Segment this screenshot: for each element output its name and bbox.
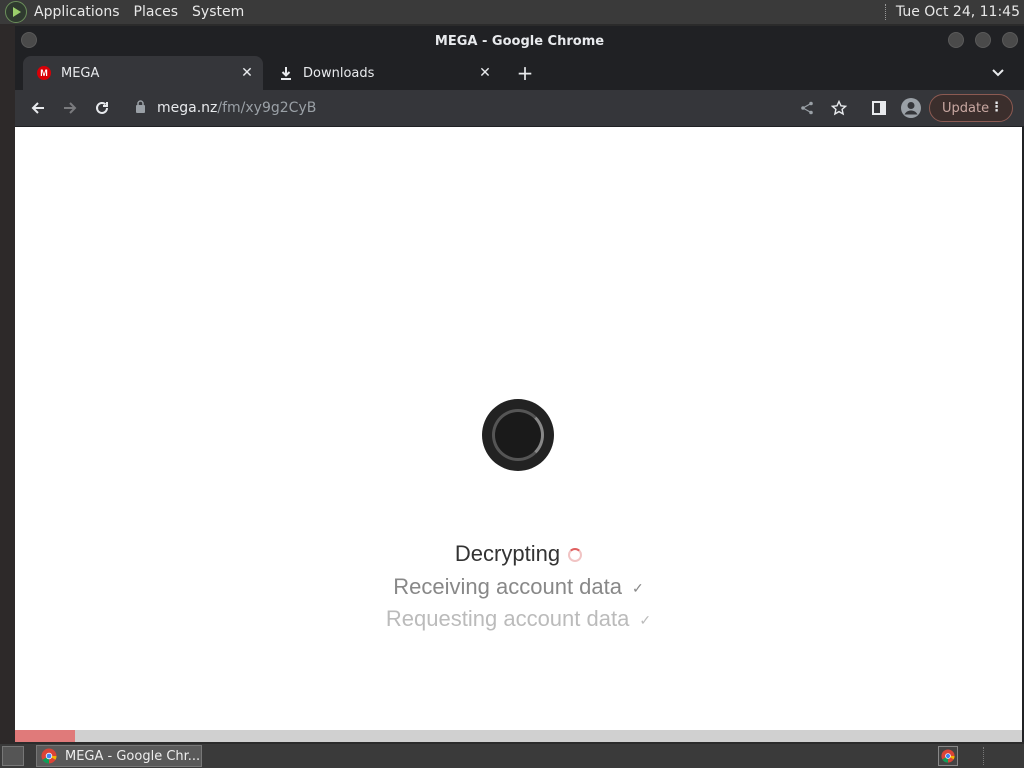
bottom-taskbar: MEGA - Google Chr... [0,744,1024,768]
url-path: /fm/xy9g2CyB [217,100,317,116]
tab-strip: M MEGA ✕ Downloads ✕ + [15,56,1024,90]
loading-spinner [482,399,554,471]
system-top-panel: Applications Places System Tue Oct 24, 1… [0,0,1024,24]
check-icon: ✓ [631,579,644,596]
window-title: MEGA - Google Chrome [434,33,605,49]
status-requesting: Requesting account data ✓ [15,606,1022,632]
small-loading-icon [568,548,583,563]
chrome-icon [41,748,57,764]
update-button[interactable]: Update ⋮ [929,94,1013,122]
forward-arrow-icon[interactable] [56,94,84,122]
share-icon[interactable] [793,94,821,122]
menu-places[interactable]: Places [134,4,179,20]
reload-icon[interactable] [88,94,116,122]
back-arrow-icon[interactable] [24,94,52,122]
window-titlebar[interactable]: MEGA - Google Chrome [15,26,1024,56]
mega-logo-icon: M [37,66,51,80]
desktop-background [0,24,15,744]
window-menu-button[interactable] [21,32,37,48]
status-done-text: Requesting account data [385,606,630,631]
close-window-button[interactable] [1002,32,1018,48]
status-current-text: Decrypting [454,541,561,566]
tab-downloads[interactable]: Downloads ✕ [265,56,501,90]
tray-separator [983,747,984,765]
lock-icon[interactable] [135,99,146,117]
panel-separator [884,4,887,20]
minimize-button[interactable] [948,32,964,48]
new-tab-button[interactable]: + [513,61,537,85]
tray-chrome-icon[interactable] [938,746,958,766]
loading-progress-bar [15,730,1022,742]
url-domain: mega.nz [157,100,218,116]
browser-window: MEGA - Google Chrome M MEGA ✕ Downloads … [15,26,1024,742]
show-desktop-button[interactable] [2,746,24,766]
check-icon: ✓ [639,611,652,628]
clock[interactable]: Tue Oct 24, 11:45 [896,4,1020,20]
side-panel-icon[interactable] [865,94,893,122]
close-tab-icon[interactable]: ✕ [475,63,495,83]
distro-logo-icon[interactable] [5,1,27,23]
tab-mega[interactable]: M MEGA ✕ [23,56,263,90]
browser-toolbar: mega.nz/fm/xy9g2CyB Update ⋮ [15,90,1024,126]
tab-title: MEGA [61,65,100,81]
close-tab-icon[interactable]: ✕ [237,63,257,83]
taskbar-item-label: MEGA - Google Chr... [65,748,201,764]
status-done-text: Receiving account data [393,574,622,599]
bookmark-star-icon[interactable] [825,94,853,122]
progress-fill [15,730,75,742]
status-decrypting: Decrypting [15,541,1022,567]
menu-applications[interactable]: Applications [34,4,120,20]
more-menu-icon[interactable]: ⋮ [990,100,1003,115]
menu-system[interactable]: System [192,4,244,20]
address-bar[interactable]: mega.nz/fm/xy9g2CyB [125,94,905,122]
update-label: Update [942,100,990,116]
taskbar-item-chrome[interactable]: MEGA - Google Chr... [36,745,202,767]
download-icon [279,66,293,80]
profile-avatar-icon[interactable] [897,94,925,122]
maximize-button[interactable] [975,32,991,48]
tab-search-chevron-icon[interactable] [986,61,1010,85]
status-receiving: Receiving account data ✓ [15,574,1022,600]
tab-title: Downloads [303,65,375,81]
page-content: Decrypting Receiving account data ✓ Reque… [15,127,1022,730]
